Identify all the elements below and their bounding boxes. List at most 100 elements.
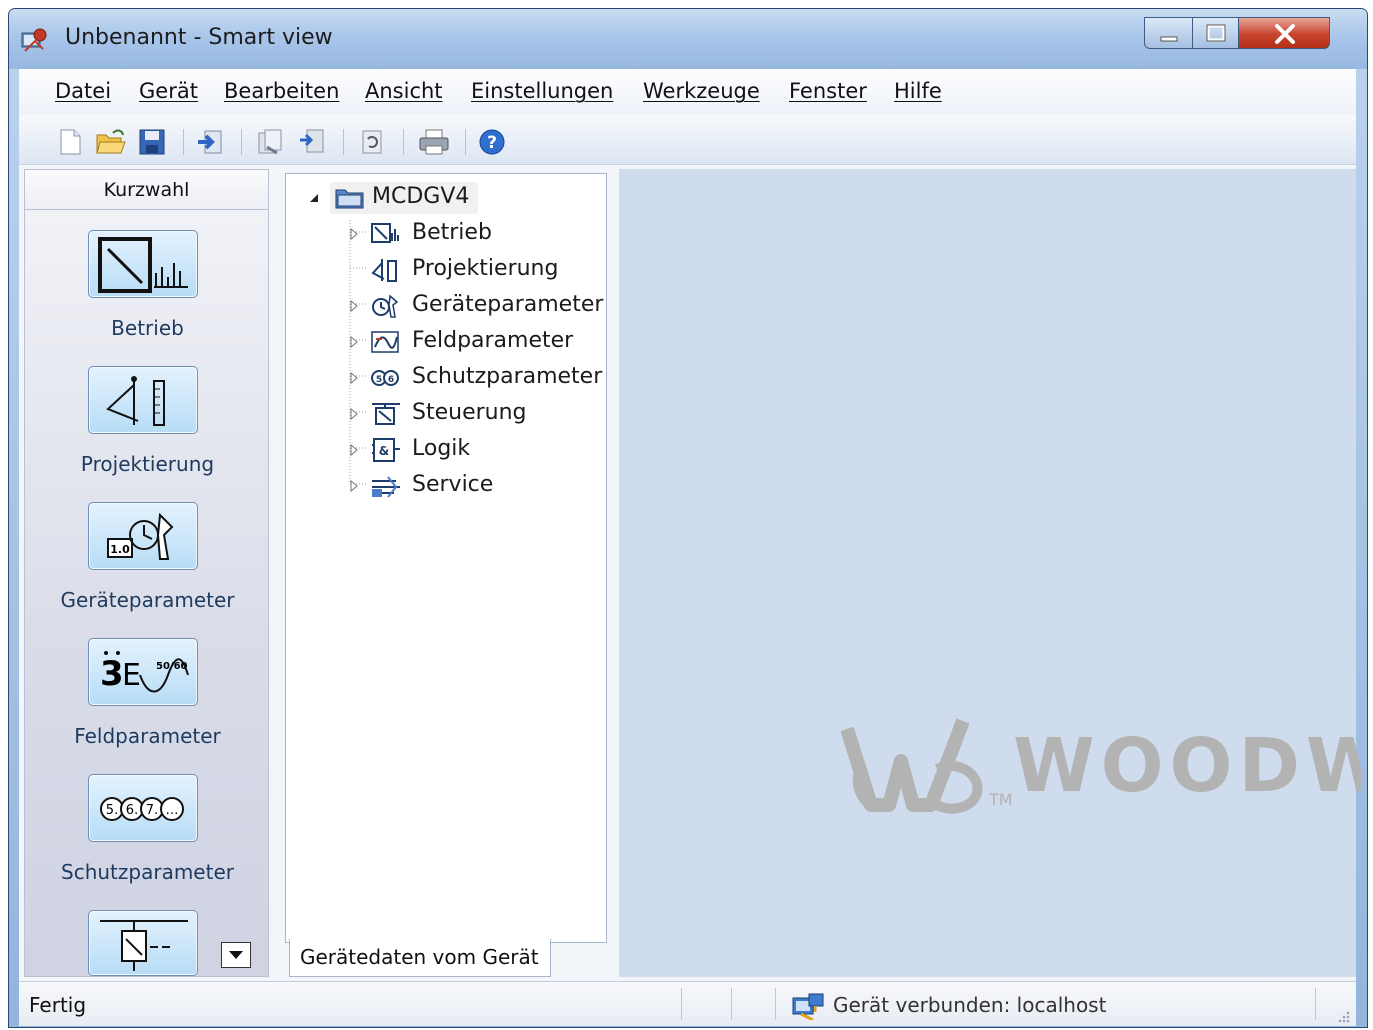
client-area: Datei Gerät Bearbeiten Ansicht Einstellu…	[19, 69, 1361, 1026]
tree-service-expander[interactable]	[348, 478, 360, 494]
menu-geraet[interactable]: Gerät	[139, 79, 198, 103]
protection-parameter-icon: 56	[370, 365, 402, 391]
quick-feldparameter-button[interactable]: 3 E 50/60	[88, 638, 198, 706]
minimize-button[interactable]	[1144, 17, 1192, 49]
toolbar-separator	[241, 129, 242, 155]
svg-text:1.0: 1.0	[110, 543, 130, 556]
toolbar: ?	[19, 115, 1356, 165]
planning-icon	[370, 257, 402, 283]
tree-item-label: Geräteparameter	[412, 292, 604, 317]
svg-text:…: …	[166, 803, 179, 818]
resize-grip-icon[interactable]	[1335, 1008, 1351, 1024]
quick-betrieb-label: Betrieb	[111, 316, 184, 340]
tree-root-mcdgv4[interactable]: MCDGV4	[330, 182, 478, 214]
close-button[interactable]	[1238, 17, 1330, 49]
quick-schutzparameter-button[interactable]: 5. 6. 7. …	[88, 774, 198, 842]
tree-item-label: Service	[412, 472, 494, 497]
svg-text:&: &	[379, 444, 389, 458]
logo-trademark: TM	[988, 790, 1013, 809]
tree-root-collapse-toggle[interactable]	[308, 190, 320, 206]
svg-text:3: 3	[100, 654, 124, 694]
tree-item-label: Schutzparameter	[412, 364, 603, 389]
status-divider	[775, 988, 776, 1020]
tree-geraeteparameter-expander[interactable]	[348, 298, 360, 314]
quick-geraeteparameter-button[interactable]: 1.0	[88, 502, 198, 570]
svg-text:5.: 5.	[106, 803, 118, 818]
workspace-area: TM WOODW	[619, 169, 1361, 977]
tree-connector-lines	[349, 220, 366, 485]
quick-steuerung-button[interactable]	[88, 910, 198, 976]
logo-text: WOODW	[1013, 723, 1361, 809]
tree-feldparameter-expander[interactable]	[348, 334, 360, 350]
quick-betrieb-button[interactable]	[88, 230, 198, 298]
tree-schutzparameter-expander[interactable]	[348, 370, 360, 386]
app-icon[interactable]	[21, 27, 49, 53]
help-icon[interactable]: ?	[477, 127, 507, 157]
tree-item-label: Projektierung	[412, 256, 559, 281]
menu-datei[interactable]: Datei	[55, 79, 111, 103]
menu-werkzeuge[interactable]: Werkzeuge	[643, 79, 760, 103]
toolbar-separator	[403, 129, 404, 155]
service-icon	[370, 473, 402, 499]
menu-bearbeiten[interactable]: Bearbeiten	[224, 79, 339, 103]
refresh-icon[interactable]	[357, 127, 387, 157]
quick-access-scroll-down[interactable]	[221, 942, 251, 968]
device-parameter-icon	[370, 293, 402, 319]
toolbar-separator	[183, 129, 184, 155]
maximize-button[interactable]	[1192, 17, 1238, 49]
tree-item-label: Betrieb	[412, 220, 492, 245]
field-parameter-icon	[370, 329, 402, 355]
main-window: Unbenannt - Smart view Datei Gerät Bearb…	[8, 8, 1368, 1028]
window-title: Unbenannt - Smart view	[65, 25, 333, 50]
save-icon[interactable]	[137, 127, 167, 157]
logic-icon: &	[370, 437, 402, 463]
menu-ansicht[interactable]: Ansicht	[365, 79, 443, 103]
new-document-icon[interactable]	[55, 127, 85, 157]
receive-icon[interactable]	[255, 127, 285, 157]
toolbar-separator	[465, 129, 466, 155]
tree-logik-expander[interactable]	[348, 442, 360, 458]
send-icon[interactable]	[297, 127, 327, 157]
tree-steuerung-expander[interactable]	[348, 406, 360, 422]
protection-parameter-icon: 5. 6. 7. …	[100, 797, 184, 821]
connection-status: Gerät verbunden: localhost	[833, 993, 1107, 1017]
status-divider	[731, 988, 732, 1020]
quick-access-panel: Kurzwahl Betrieb Projektierung 1.0 Gerät…	[24, 169, 269, 977]
open-folder-icon[interactable]	[95, 127, 126, 157]
menu-hilfe[interactable]: Hilfe	[894, 79, 942, 103]
toolbar-separator	[343, 129, 344, 155]
svg-text:6: 6	[388, 375, 394, 385]
menu-bar: Datei Gerät Bearbeiten Ansicht Einstellu…	[19, 69, 1356, 115]
tree-item-label: Steuerung	[412, 400, 527, 425]
title-bar[interactable]: Unbenannt - Smart view	[9, 9, 1367, 69]
print-icon[interactable]	[417, 127, 449, 157]
quick-schutzparameter-label: Schutzparameter	[61, 860, 234, 884]
operation-meter-icon	[98, 237, 188, 293]
device-connected-icon	[792, 993, 824, 1020]
svg-text:50/60: 50/60	[156, 661, 188, 672]
svg-text:E: E	[122, 658, 141, 693]
quick-geraeteparameter-label: Geräteparameter	[60, 588, 235, 612]
field-parameter-icon: 3 E 50/60	[100, 651, 189, 694]
quick-access-header: Kurzwahl	[25, 170, 268, 210]
chevron-down-icon	[229, 951, 243, 959]
device-parameter-icon: 1.0	[107, 512, 174, 560]
close-icon	[1275, 24, 1295, 44]
control-icon	[370, 401, 402, 427]
tree-root-label: MCDGV4	[372, 184, 470, 209]
menu-einstellungen[interactable]: Einstellungen	[471, 79, 613, 103]
folder-icon	[334, 185, 366, 211]
svg-text:5: 5	[376, 375, 382, 385]
operation-icon	[370, 221, 402, 247]
tree-tab-device-data[interactable]: Gerätedaten vom Gerät	[289, 939, 551, 977]
transfer-icon[interactable]	[195, 127, 225, 157]
tree-betrieb-expander[interactable]	[348, 226, 360, 242]
maximize-icon	[1206, 24, 1226, 42]
menu-fenster[interactable]: Fenster	[789, 79, 867, 103]
quick-projektierung-label: Projektierung	[80, 452, 215, 476]
tree-item-label: Feldparameter	[412, 328, 574, 353]
quick-projektierung-button[interactable]	[88, 366, 198, 434]
control-icon	[100, 920, 188, 971]
device-tree-panel: MCDGV4 Betrieb Projektierung Geräteparam…	[285, 173, 607, 943]
tree-item-label: Logik	[412, 436, 471, 461]
